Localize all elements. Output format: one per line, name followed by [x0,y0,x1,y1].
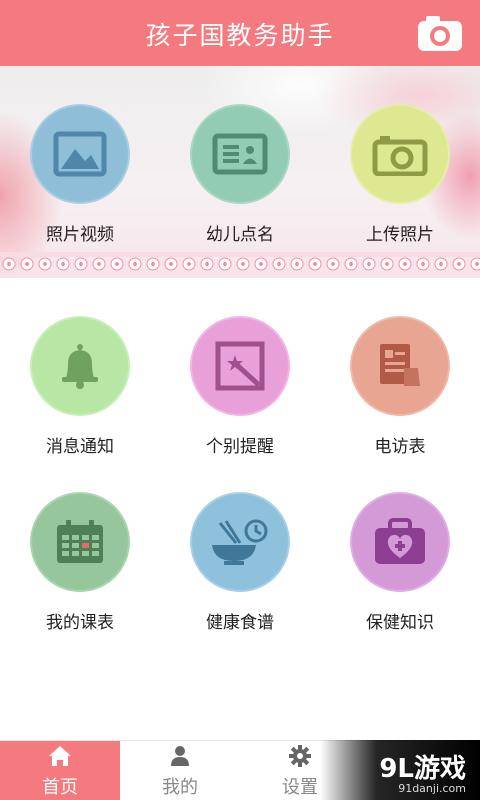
watermark: 9L游戏 91danji.com [320,740,480,800]
watermark-brand: 9L游戏 [379,754,466,784]
tab-label: 我的 [162,777,198,798]
tile-notifications[interactable]: 消息通知 [0,316,160,516]
tab-label: 首页 [42,777,78,798]
tile-circle [190,104,290,204]
tile-label: 个别提醒 [206,437,274,457]
tile-label: 健康食谱 [206,613,274,633]
tile-circle [30,316,130,416]
home-icon [49,746,71,766]
tile-label: 电访表 [374,437,426,457]
medical-kit-icon [375,518,425,564]
tile-circle [190,316,290,416]
tile-circle [190,492,290,592]
magic-wand-icon [215,341,265,391]
tile-label: 上传照片 [366,225,434,245]
tile-label: 照片视频 [46,225,114,245]
lace-divider [0,252,480,278]
picture-icon [53,131,107,177]
tile-schedule[interactable]: 我的课表 [0,492,160,692]
id-card-icon [212,133,268,175]
tile-circle [350,104,450,204]
app-header: 孩子国教务助手 [0,0,480,66]
tile-label: 保健知识 [366,613,434,633]
tab-home[interactable]: 首页 [0,741,120,800]
tile-label: 幼儿点名 [206,225,274,245]
tile-circle [30,492,130,592]
gear-icon [289,745,311,767]
watermark-url: 91danji.com [398,782,466,795]
tile-circle [350,492,450,592]
tile-recipes[interactable]: 健康食谱 [160,492,320,692]
tile-health-tips[interactable]: 保健知识 [320,492,480,692]
user-icon [171,746,189,766]
tile-reminders[interactable]: 个别提醒 [160,316,320,516]
page-title: 孩子国教务助手 [145,21,335,50]
tile-label: 消息通知 [46,437,114,457]
tile-circle [30,104,130,204]
tile-circle [350,316,450,416]
document-icon [380,344,420,386]
tab-mine[interactable]: 我的 [120,741,240,800]
camera-icon [372,136,428,176]
camera-icon [418,16,462,51]
bowl-clock-icon [212,519,268,565]
bell-icon [62,344,98,389]
calendar-icon [57,520,103,563]
banner: 照片视频 幼儿点名 上传照片 [0,66,480,278]
camera-button[interactable] [414,13,466,53]
tile-label: 我的课表 [46,613,114,633]
tile-visit-form[interactable]: 电访表 [320,316,480,516]
